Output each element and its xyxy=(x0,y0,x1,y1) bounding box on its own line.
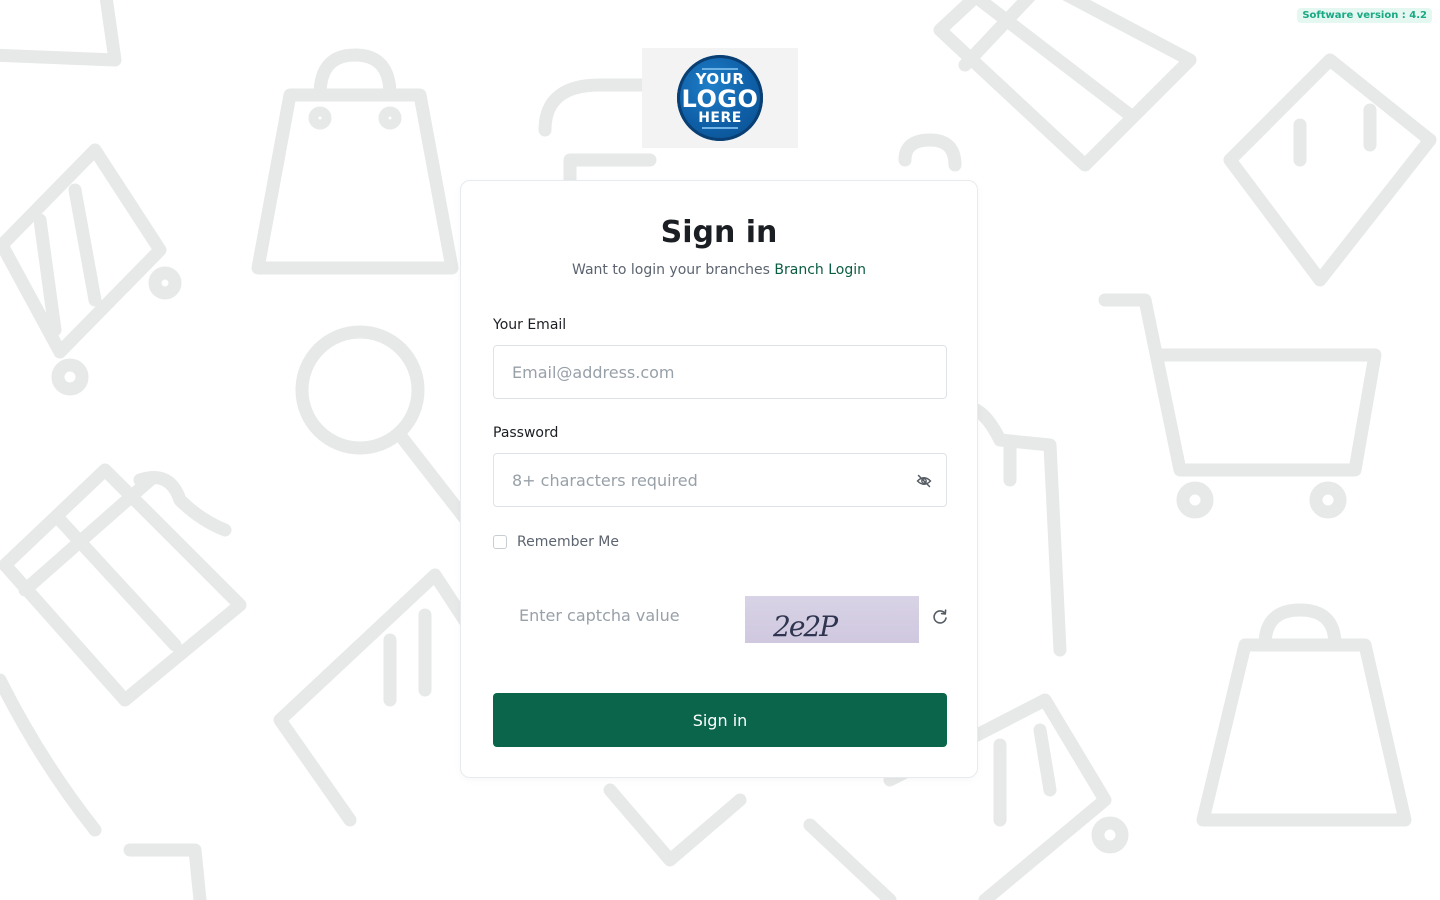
remember-me-checkbox[interactable] xyxy=(493,535,507,549)
software-version-badge: Software version : 4.2 xyxy=(1297,8,1432,23)
email-input[interactable] xyxy=(494,346,946,398)
remember-me-label: Remember Me xyxy=(517,534,619,550)
logo-text-line2: LOGO xyxy=(681,84,759,113)
remember-me-row: Remember Me xyxy=(493,534,619,550)
logo-divider xyxy=(702,126,738,129)
captcha-image: 2e2P xyxy=(745,596,919,643)
logo-emblem: YOUR LOGO HERE xyxy=(677,55,763,141)
captcha-text: 2e2P xyxy=(772,610,839,643)
email-label: Your Email xyxy=(493,317,567,333)
branch-login-text: Want to login your branches xyxy=(572,262,770,278)
signin-card: Sign in Want to login your branches Bran… xyxy=(460,180,978,778)
page-title: Sign in xyxy=(660,215,778,250)
sign-in-button[interactable]: Sign in xyxy=(493,693,947,747)
branch-login-link[interactable]: Branch Login xyxy=(774,262,866,278)
password-input[interactable] xyxy=(494,454,946,506)
eye-slash-icon[interactable] xyxy=(916,473,932,489)
branch-login-prompt: Want to login your branches Branch Login xyxy=(461,262,977,278)
captcha-glyphs: 2e2P xyxy=(772,610,841,643)
logo-text-line3: HERE xyxy=(698,109,742,126)
company-logo: YOUR LOGO HERE xyxy=(642,48,798,148)
captcha-input[interactable] xyxy=(501,591,731,639)
password-label: Password xyxy=(493,425,559,441)
email-field-wrapper xyxy=(493,345,947,399)
password-field-wrapper xyxy=(493,453,947,507)
refresh-icon[interactable] xyxy=(932,609,948,625)
